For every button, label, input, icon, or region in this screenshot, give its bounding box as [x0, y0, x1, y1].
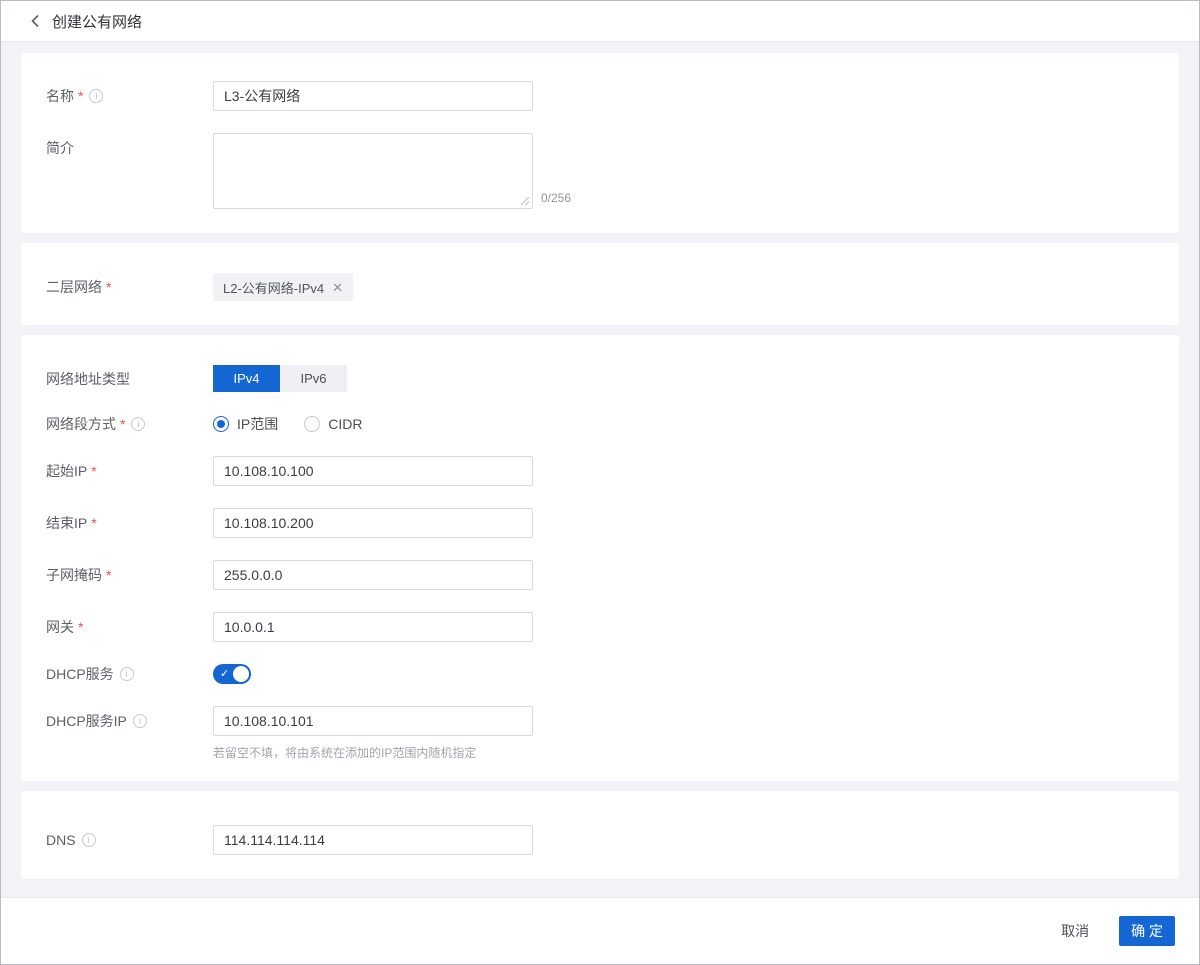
page-title: 创建公有网络: [52, 13, 143, 31]
required-asterisk: *: [91, 515, 97, 531]
info-icon[interactable]: i: [89, 89, 104, 103]
ip-version-segmented: IPv4 IPv6: [213, 365, 347, 392]
description-textarea[interactable]: [213, 133, 533, 209]
netmask-input[interactable]: [213, 560, 533, 590]
radio-cidr[interactable]: CIDR: [304, 416, 362, 432]
l2-network-label: 二层网络 *: [46, 279, 112, 295]
char-counter: 0/256: [541, 191, 572, 205]
resize-handle-icon[interactable]: [519, 195, 530, 206]
chevron-left-icon: [31, 14, 39, 28]
description-label: 简介: [46, 140, 74, 156]
dns-row: DNS i: [46, 825, 1155, 855]
dhcp-toggle[interactable]: ✓: [213, 664, 251, 684]
dhcp-ip-hint: 若留空不填，将由系统在添加的IP范围内随机指定: [213, 746, 477, 760]
segment-mode-row: 网络段方式 * i IP范围 CIDR: [46, 414, 1155, 434]
gateway-label: 网关 *: [46, 619, 84, 635]
name-input[interactable]: [213, 81, 533, 111]
l2-network-row: 二层网络 * L2-公有网络-IPv4 ✕: [46, 273, 1155, 301]
form-content: 名称*i 简介 0/256: [1, 42, 1199, 897]
required-asterisk: *: [78, 619, 84, 635]
start-ip-label: 起始IP *: [46, 463, 97, 479]
start-ip-row: 起始IP *: [46, 456, 1155, 486]
netmask-label: 子网掩码 *: [46, 567, 112, 583]
info-icon[interactable]: i: [132, 714, 147, 728]
tab-ipv4[interactable]: IPv4: [213, 365, 280, 392]
l2-network-tag[interactable]: L2-公有网络-IPv4 ✕: [213, 273, 354, 301]
l2-network-tag-label: L2-公有网络-IPv4: [223, 280, 325, 296]
required-asterisk: *: [106, 567, 112, 583]
name-row: 名称 * i: [46, 81, 1155, 111]
radio-ip-range[interactable]: IP范围: [213, 414, 278, 434]
basic-info-card: 名称*i 简介 0/256: [21, 53, 1179, 233]
end-ip-label: 结束IP *: [46, 515, 97, 531]
netmask-row: 子网掩码 *: [46, 560, 1155, 590]
footer-action-bar: 取消 确 定: [1, 897, 1199, 964]
info-icon[interactable]: i: [131, 417, 146, 431]
address-type-label: 网络地址类型: [46, 370, 130, 387]
dns-card: DNS i: [21, 791, 1179, 879]
segment-mode-label: 网络段方式 * i: [46, 414, 213, 434]
segment-mode-radio-group: IP范围 CIDR: [213, 414, 362, 434]
info-icon[interactable]: i: [81, 833, 96, 847]
required-asterisk: *: [106, 279, 112, 295]
page-header: 创建公有网络: [1, 1, 1199, 42]
toggle-knob: [233, 666, 249, 682]
dns-input[interactable]: [213, 825, 533, 855]
cancel-button[interactable]: 取消: [1053, 915, 1097, 947]
required-asterisk: *: [91, 463, 97, 479]
back-button[interactable]: [26, 12, 44, 30]
description-row: 简介 0/256: [46, 133, 1155, 209]
radio-selected-icon: [213, 416, 229, 432]
network-settings-card: 网络地址类型 IPv4 IPv6 网络段方式 * i IP范围 CIDR 起始I…: [21, 335, 1179, 781]
gateway-input[interactable]: [213, 612, 533, 642]
info-icon[interactable]: i: [119, 667, 134, 681]
create-public-network-page: 创建公有网络 名称*i 简介: [0, 0, 1200, 965]
end-ip-row: 结束IP *: [46, 508, 1155, 538]
name-label: 名称 * i: [46, 86, 213, 106]
radio-unselected-icon: [304, 416, 321, 432]
tab-ipv6[interactable]: IPv6: [280, 365, 347, 392]
start-ip-input[interactable]: [213, 456, 533, 486]
dhcp-toggle-row: DHCP服务 i ✓: [46, 664, 1155, 684]
required-asterisk: *: [78, 88, 84, 104]
l2-network-card: 二层网络 * L2-公有网络-IPv4 ✕: [21, 243, 1179, 325]
end-ip-input[interactable]: [213, 508, 533, 538]
address-type-row: 网络地址类型 IPv4 IPv6: [46, 365, 1155, 392]
dhcp-ip-input[interactable]: [213, 706, 533, 736]
tag-remove-icon[interactable]: ✕: [332, 281, 343, 294]
check-icon: ✓: [220, 668, 230, 680]
dhcp-ip-row: DHCP服务IPi 若留空不填，将由系统在添加的IP范围内随机指定: [46, 706, 1155, 761]
dns-label: DNS i: [46, 832, 213, 848]
gateway-row: 网关 *: [46, 612, 1155, 642]
dhcp-ip-field-group: 若留空不填，将由系统在添加的IP范围内随机指定: [213, 706, 533, 761]
dhcp-service-label: DHCP服务 i: [46, 664, 213, 684]
confirm-button[interactable]: 确 定: [1119, 916, 1175, 946]
required-asterisk: *: [120, 416, 126, 432]
dhcp-ip-label: DHCP服务IP i: [46, 706, 213, 731]
